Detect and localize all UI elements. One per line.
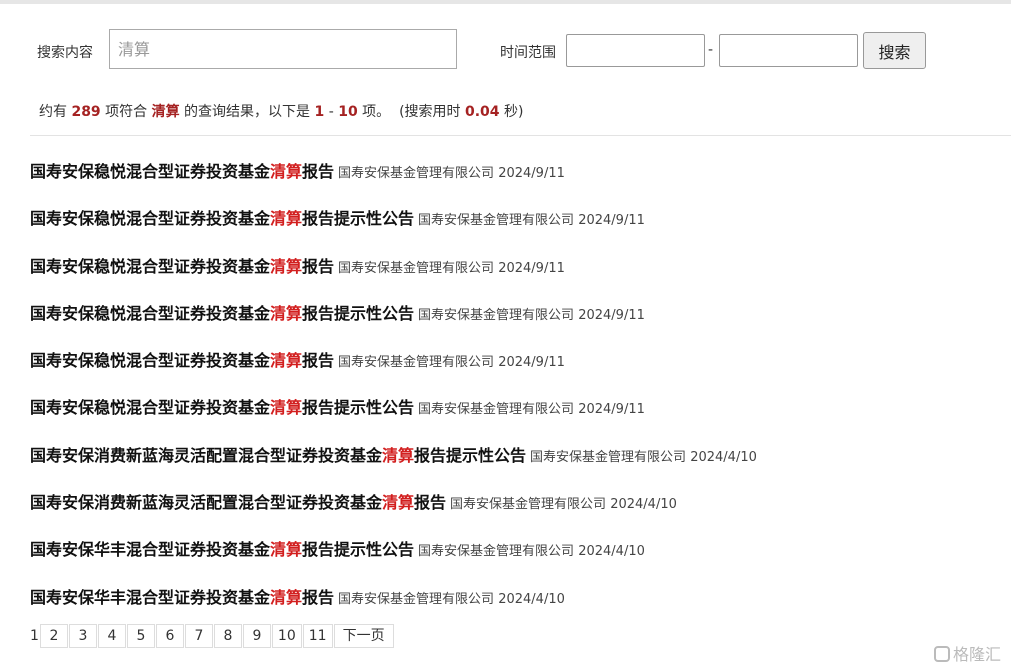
page-link[interactable]: 5 xyxy=(126,624,155,648)
keyword-highlight: 清算 xyxy=(382,445,415,465)
time-range-label: 时间范围 xyxy=(500,45,556,61)
page-link[interactable]: 4 xyxy=(97,624,126,648)
result-title-link[interactable]: 国寿安保华丰混合型证券投资基金清算报告 xyxy=(30,588,334,607)
search-time-suffix: 秒) xyxy=(503,104,524,120)
result-item: 国寿安保稳悦混合型证券投资基金清算报告提示性公告 国寿安保基金管理有限公司 202… xyxy=(30,205,1011,252)
result-item: 国寿安保稳悦混合型证券投资基金清算报告提示性公告 国寿安保基金管理有限公司 202… xyxy=(30,300,1011,347)
result-title-link[interactable]: 国寿安保稳悦混合型证券投资基金清算报告 xyxy=(30,257,334,276)
result-meta: 国寿安保基金管理有限公司 2024/9/11 xyxy=(418,308,645,323)
keyword-highlight: 清算 xyxy=(270,398,303,418)
result-meta: 国寿安保基金管理有限公司 2024/9/11 xyxy=(338,261,565,276)
result-publisher: 国寿安保基金管理有限公司 xyxy=(338,355,495,371)
keyword-highlight: 清算 xyxy=(270,256,303,276)
result-date: 2024/9/11 xyxy=(578,307,645,323)
result-title-link[interactable]: 国寿安保稳悦混合型证券投资基金清算报告提示性公告 xyxy=(30,398,414,417)
page-link[interactable]: 6 xyxy=(155,624,184,648)
result-title-link[interactable]: 国寿安保华丰混合型证券投资基金清算报告提示性公告 xyxy=(30,540,414,559)
page-link[interactable]: 8 xyxy=(213,624,242,648)
result-title-link[interactable]: 国寿安保稳悦混合型证券投资基金清算报告提示性公告 xyxy=(30,209,414,228)
result-publisher: 国寿安保基金管理有限公司 xyxy=(338,591,495,607)
result-publisher: 国寿安保基金管理有限公司 xyxy=(338,166,495,181)
current-page: 1 xyxy=(30,628,39,644)
result-date: 2024/4/10 xyxy=(610,497,677,513)
result-title-link[interactable]: 国寿安保消费新蓝海灵活配置混合型证券投资基金清算报告 xyxy=(30,493,446,512)
result-publisher: 国寿安保基金管理有限公司 xyxy=(418,402,575,418)
result-publisher: 国寿安保基金管理有限公司 xyxy=(530,449,687,465)
page-link[interactable]: 2 xyxy=(39,624,68,648)
keyword-highlight: 清算 xyxy=(382,493,415,513)
result-meta: 国寿安保基金管理有限公司 2024/4/10 xyxy=(338,592,565,607)
range-end: 10 xyxy=(338,104,358,120)
result-item: 国寿安保稳悦混合型证券投资基金清算报告提示性公告 国寿安保基金管理有限公司 202… xyxy=(30,394,1011,441)
search-time-value: 0.04 xyxy=(464,104,500,120)
summary-text: 项符合 xyxy=(105,104,148,120)
page-link[interactable]: 10 xyxy=(271,624,302,648)
result-item: 国寿安保消费新蓝海灵活配置混合型证券投资基金清算报告提示性公告 国寿安保基金管理有… xyxy=(30,442,1011,489)
page-link[interactable]: 9 xyxy=(242,624,271,648)
end-date-input[interactable] xyxy=(719,34,858,67)
pagination: 1 2 3 4 5 6 7 8 9 10 11 下一页 xyxy=(30,624,394,648)
keyword-highlight: 清算 xyxy=(270,540,303,560)
result-title-link[interactable]: 国寿安保稳悦混合型证券投资基金清算报告 xyxy=(30,351,334,370)
gelonghui-logo-icon xyxy=(934,645,950,662)
keyword-highlight: 清算 xyxy=(270,209,303,229)
result-meta: 国寿安保基金管理有限公司 2024/4/10 xyxy=(450,497,677,512)
page-link[interactable]: 3 xyxy=(68,624,97,648)
result-count: 289 xyxy=(71,104,101,120)
top-border xyxy=(0,0,1011,4)
date-separator: - xyxy=(708,42,714,58)
result-publisher: 国寿安保基金管理有限公司 xyxy=(418,213,575,229)
start-date-input[interactable] xyxy=(566,34,705,67)
result-publisher: 国寿安保基金管理有限公司 xyxy=(418,544,575,560)
result-list: 国寿安保稳悦混合型证券投资基金清算报告 国寿安保基金管理有限公司 2024/9/1… xyxy=(30,158,1011,631)
keyword-highlight: 清算 xyxy=(270,162,303,181)
summary-text: 的查询结果，以下是 xyxy=(184,104,311,120)
result-date: 2024/4/10 xyxy=(690,449,757,465)
result-date: 2024/9/11 xyxy=(498,260,565,276)
keyword-input[interactable] xyxy=(109,29,457,69)
summary-keyword: 清算 xyxy=(151,104,180,120)
result-item: 国寿安保稳悦混合型证券投资基金清算报告 国寿安保基金管理有限公司 2024/9/1… xyxy=(30,347,1011,394)
summary-prefix: 约有 xyxy=(39,104,67,120)
result-publisher: 国寿安保基金管理有限公司 xyxy=(418,307,575,323)
divider xyxy=(30,135,1011,136)
result-date: 2024/4/10 xyxy=(578,544,645,560)
result-date: 2024/9/11 xyxy=(578,213,645,229)
result-publisher: 国寿安保基金管理有限公司 xyxy=(450,497,607,513)
result-item: 国寿安保华丰混合型证券投资基金清算报告提示性公告 国寿安保基金管理有限公司 202… xyxy=(30,536,1011,583)
result-meta: 国寿安保基金管理有限公司 2024/4/10 xyxy=(418,544,645,559)
result-meta: 国寿安保基金管理有限公司 2024/9/11 xyxy=(418,213,645,228)
search-button[interactable]: 搜索 xyxy=(863,32,926,69)
search-time-prefix: (搜索用时 xyxy=(399,104,461,120)
watermark-text: 格隆汇 xyxy=(953,645,1002,664)
result-date: 2024/9/11 xyxy=(498,166,565,181)
result-summary: 约有 289 项符合 清算 的查询结果，以下是 1 - 10 项。 (搜索用时 … xyxy=(39,101,523,121)
keyword-highlight: 清算 xyxy=(270,303,303,323)
result-title-link[interactable]: 国寿安保稳悦混合型证券投资基金清算报告 xyxy=(30,162,334,181)
result-item: 国寿安保稳悦混合型证券投资基金清算报告 国寿安保基金管理有限公司 2024/9/1… xyxy=(30,253,1011,300)
result-date: 2024/9/11 xyxy=(578,402,645,418)
keyword-highlight: 清算 xyxy=(270,587,303,607)
result-meta: 国寿安保基金管理有限公司 2024/9/11 xyxy=(338,355,565,370)
search-content-label: 搜索内容 xyxy=(37,45,93,61)
page-link[interactable]: 11 xyxy=(302,624,333,648)
watermark: 格隆汇 xyxy=(934,641,1001,665)
range-start: 1 xyxy=(314,104,325,120)
range-dash: - xyxy=(328,104,334,120)
result-title-link[interactable]: 国寿安保稳悦混合型证券投资基金清算报告提示性公告 xyxy=(30,304,414,323)
result-meta: 国寿安保基金管理有限公司 2024/9/11 xyxy=(338,166,565,181)
result-date: 2024/4/10 xyxy=(498,591,565,607)
result-publisher: 国寿安保基金管理有限公司 xyxy=(338,260,495,276)
result-meta: 国寿安保基金管理有限公司 2024/4/10 xyxy=(530,450,757,465)
result-date: 2024/9/11 xyxy=(498,355,565,371)
keyword-highlight: 清算 xyxy=(270,351,303,371)
result-meta: 国寿安保基金管理有限公司 2024/9/11 xyxy=(418,402,645,417)
search-form: 搜索内容 时间范围 - 搜索 xyxy=(0,28,1011,72)
result-title-link[interactable]: 国寿安保消费新蓝海灵活配置混合型证券投资基金清算报告提示性公告 xyxy=(30,446,526,465)
summary-text: 项。 xyxy=(362,104,391,120)
next-page-link[interactable]: 下一页 xyxy=(333,624,394,648)
result-item: 国寿安保消费新蓝海灵活配置混合型证券投资基金清算报告 国寿安保基金管理有限公司 2… xyxy=(30,489,1011,536)
page-link[interactable]: 7 xyxy=(184,624,213,648)
result-item: 国寿安保稳悦混合型证券投资基金清算报告 国寿安保基金管理有限公司 2024/9/1… xyxy=(30,158,1011,205)
